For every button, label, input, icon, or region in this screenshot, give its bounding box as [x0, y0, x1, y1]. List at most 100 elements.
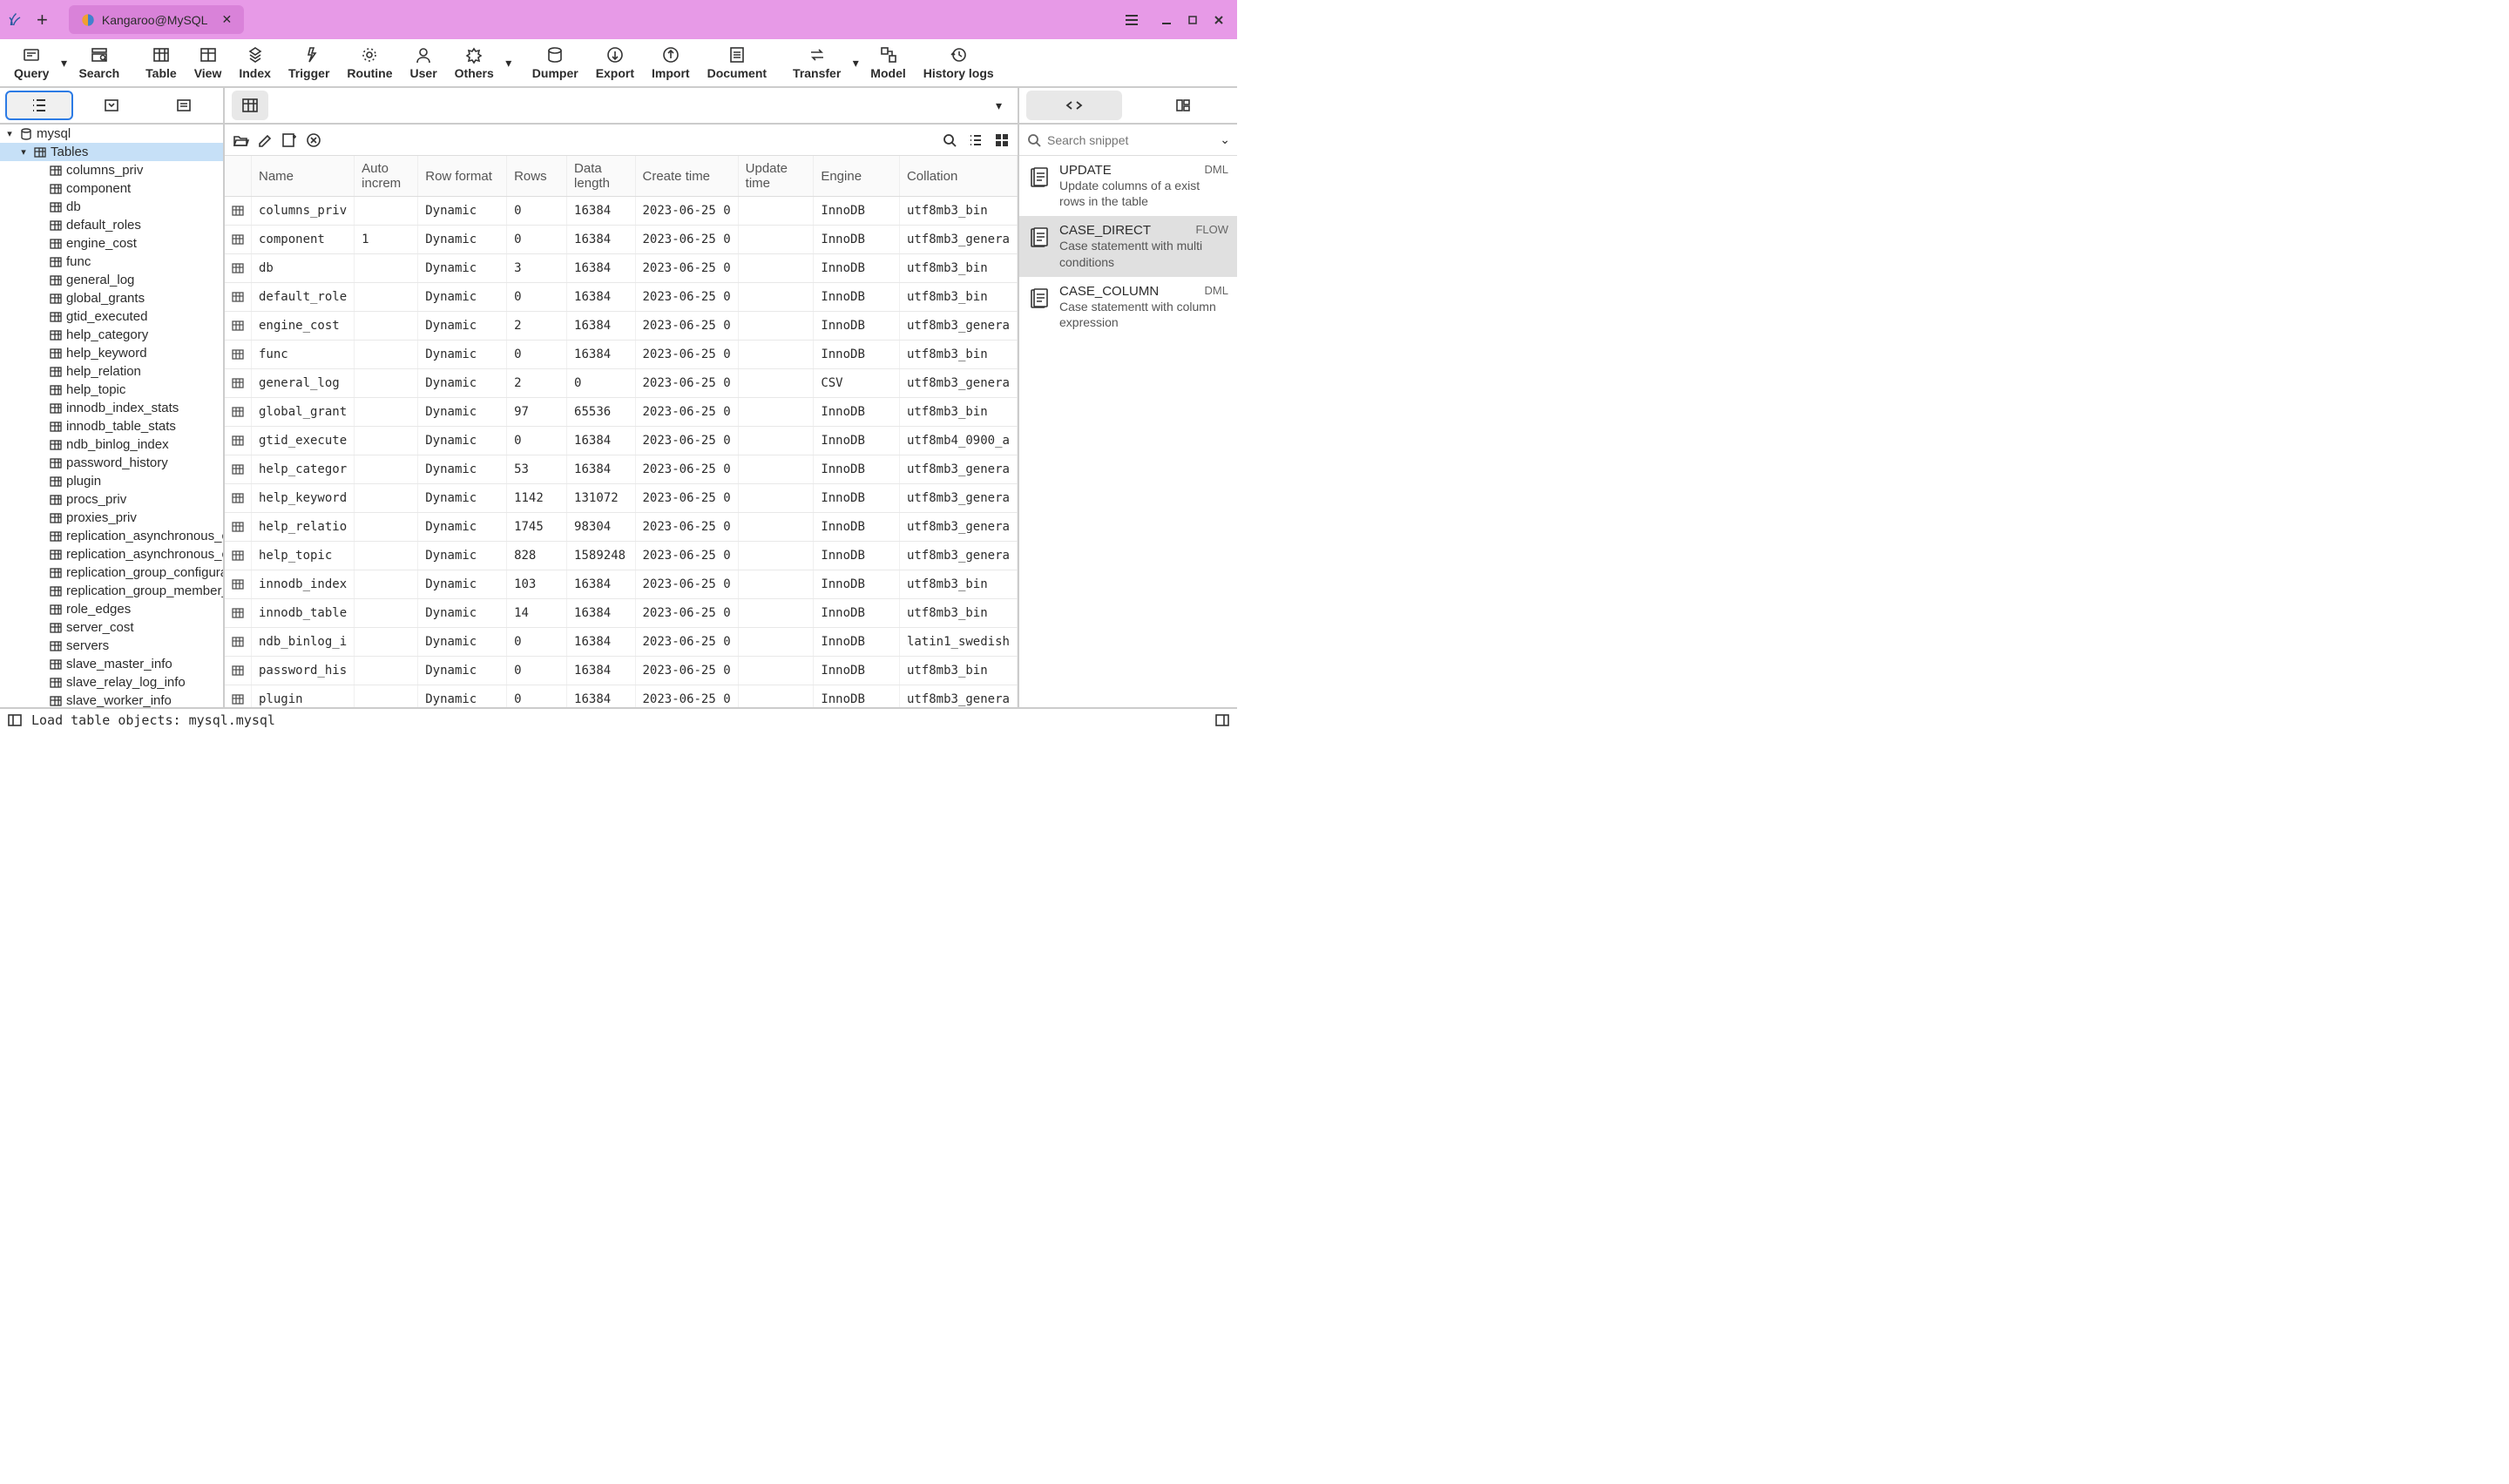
- tree-tables-group[interactable]: ▾Tables: [0, 143, 223, 161]
- open-folder-icon[interactable]: [232, 132, 249, 149]
- snippet-search-input[interactable]: [1047, 133, 1214, 147]
- new-tab-button[interactable]: +: [30, 5, 55, 35]
- tree-table-item[interactable]: columns_priv: [0, 161, 223, 179]
- table-grid[interactable]: NameAuto incremRow formatRowsData length…: [225, 156, 1018, 707]
- routine-button[interactable]: Routine: [338, 42, 401, 84]
- tree-table-item[interactable]: default_roles: [0, 216, 223, 234]
- table-row[interactable]: help_relatioDynamic1745983042023-06-25 0…: [225, 513, 1018, 542]
- hamburger-icon[interactable]: [1115, 12, 1148, 28]
- table-row[interactable]: global_grantDynamic97655362023-06-25 0In…: [225, 398, 1018, 427]
- column-header[interactable]: Collation: [899, 156, 1017, 197]
- index-button[interactable]: Index: [230, 42, 280, 84]
- close-button[interactable]: [1207, 9, 1230, 31]
- tree-table-item[interactable]: role_edges: [0, 600, 223, 618]
- object-tree[interactable]: ▾mysql▾Tablescolumns_privcomponentdbdefa…: [0, 125, 223, 707]
- model-button[interactable]: Model: [862, 42, 914, 84]
- table-row[interactable]: columns_privDynamic0163842023-06-25 0Inn…: [225, 197, 1018, 226]
- snippet-item[interactable]: UPDATEDML Update columns of a exist rows…: [1019, 156, 1237, 216]
- view-button[interactable]: View: [186, 42, 231, 84]
- toggle-right-panel-icon[interactable]: [1214, 713, 1230, 727]
- tree-table-item[interactable]: general_log: [0, 271, 223, 289]
- table-button[interactable]: Table: [137, 42, 186, 84]
- tree-table-item[interactable]: replication_asynchronous_conne: [0, 527, 223, 545]
- table-row[interactable]: funcDynamic0163842023-06-25 0InnoDButf8m…: [225, 341, 1018, 369]
- grid-view-icon[interactable]: [993, 132, 1011, 149]
- column-header[interactable]: Row format: [418, 156, 507, 197]
- tree-table-item[interactable]: global_grants: [0, 289, 223, 307]
- tree-table-item[interactable]: proxies_priv: [0, 509, 223, 527]
- center-tab-dropdown[interactable]: ▾: [987, 98, 1011, 113]
- table-row[interactable]: default_roleDynamic0163842023-06-25 0Inn…: [225, 283, 1018, 312]
- list-view-icon[interactable]: [967, 132, 984, 149]
- history-tab[interactable]: [150, 91, 218, 120]
- column-header[interactable]: Engine: [814, 156, 900, 197]
- tree-table-item[interactable]: gtid_executed: [0, 307, 223, 326]
- tree-table-item[interactable]: slave_master_info: [0, 655, 223, 673]
- tree-table-item[interactable]: help_category: [0, 326, 223, 344]
- table-row[interactable]: help_topicDynamic82815892482023-06-25 0I…: [225, 542, 1018, 570]
- table-row[interactable]: password_hisDynamic0163842023-06-25 0Inn…: [225, 657, 1018, 685]
- tree-table-item[interactable]: server_cost: [0, 618, 223, 637]
- table-row[interactable]: help_categorDynamic53163842023-06-25 0In…: [225, 455, 1018, 484]
- column-header[interactable]: Create time: [635, 156, 738, 197]
- object-list-tab[interactable]: [5, 91, 73, 120]
- import-button[interactable]: Import: [643, 42, 699, 84]
- table-row[interactable]: innodb_tableDynamic14163842023-06-25 0In…: [225, 599, 1018, 628]
- delete-icon[interactable]: [305, 132, 322, 149]
- column-header[interactable]: Rows: [507, 156, 567, 197]
- search-icon[interactable]: [941, 132, 958, 149]
- transfer-dropdown[interactable]: ▾: [849, 42, 862, 84]
- minimize-button[interactable]: [1155, 9, 1178, 31]
- others-dropdown[interactable]: ▾: [503, 42, 515, 84]
- table-row[interactable]: innodb_indexDynamic103163842023-06-25 0I…: [225, 570, 1018, 599]
- tree-table-item[interactable]: db: [0, 198, 223, 216]
- tree-table-item[interactable]: replication_group_member_actio: [0, 582, 223, 600]
- tree-table-item[interactable]: replication_asynchronous_conne: [0, 545, 223, 563]
- column-header[interactable]: Auto increm: [355, 156, 418, 197]
- tree-table-item[interactable]: slave_worker_info: [0, 691, 223, 707]
- tree-table-item[interactable]: replication_group_configuration: [0, 563, 223, 582]
- tree-table-item[interactable]: innodb_table_stats: [0, 417, 223, 435]
- tree-table-item[interactable]: help_relation: [0, 362, 223, 381]
- user-button[interactable]: User: [402, 42, 446, 84]
- search-button[interactable]: Search: [70, 42, 128, 84]
- favorites-tab[interactable]: [78, 91, 145, 120]
- tree-table-item[interactable]: slave_relay_log_info: [0, 673, 223, 691]
- close-tab-icon[interactable]: ✕: [221, 12, 232, 27]
- tree-table-item[interactable]: component: [0, 179, 223, 198]
- code-snippet-tab[interactable]: [1026, 91, 1122, 120]
- table-row[interactable]: component1Dynamic0163842023-06-25 0InnoD…: [225, 226, 1018, 254]
- edit-icon[interactable]: [256, 132, 274, 149]
- dumper-button[interactable]: Dumper: [524, 42, 587, 84]
- toggle-panel-icon[interactable]: [7, 713, 23, 727]
- transfer-button[interactable]: Transfer: [784, 42, 849, 84]
- tree-db[interactable]: ▾mysql: [0, 125, 223, 143]
- templates-tab[interactable]: [1135, 91, 1231, 120]
- snippet-item[interactable]: CASE_DIRECTFLOW Case statementt with mul…: [1019, 216, 1237, 276]
- chevron-down-icon[interactable]: ⌄: [1220, 132, 1230, 147]
- tree-table-item[interactable]: procs_priv: [0, 490, 223, 509]
- table-row[interactable]: pluginDynamic0163842023-06-25 0InnoDButf…: [225, 685, 1018, 708]
- tree-table-item[interactable]: innodb_index_stats: [0, 399, 223, 417]
- trigger-button[interactable]: Trigger: [280, 42, 338, 84]
- new-icon[interactable]: [281, 132, 298, 149]
- tree-table-item[interactable]: engine_cost: [0, 234, 223, 253]
- maximize-button[interactable]: [1181, 9, 1204, 31]
- query-dropdown[interactable]: ▾: [57, 42, 70, 84]
- table-row[interactable]: dbDynamic3163842023-06-25 0InnoDButf8mb3…: [225, 254, 1018, 283]
- snippet-item[interactable]: CASE_COLUMNDML Case statementt with colu…: [1019, 277, 1237, 337]
- tab-connection[interactable]: Kangaroo@MySQL ✕: [69, 5, 244, 34]
- export-button[interactable]: Export: [587, 42, 643, 84]
- query-button[interactable]: Query: [5, 42, 57, 84]
- tree-table-item[interactable]: servers: [0, 637, 223, 655]
- table-row[interactable]: engine_costDynamic2163842023-06-25 0Inno…: [225, 312, 1018, 341]
- history-button[interactable]: History logs: [915, 42, 1003, 84]
- tree-table-item[interactable]: help_topic: [0, 381, 223, 399]
- column-header[interactable]: Data length: [567, 156, 635, 197]
- table-row[interactable]: general_logDynamic202023-06-25 0CSVutf8m…: [225, 369, 1018, 398]
- tree-table-item[interactable]: plugin: [0, 472, 223, 490]
- center-tab-table[interactable]: [232, 91, 268, 120]
- others-button[interactable]: Others: [446, 42, 503, 84]
- table-row[interactable]: ndb_binlog_iDynamic0163842023-06-25 0Inn…: [225, 628, 1018, 657]
- column-header[interactable]: Name: [252, 156, 355, 197]
